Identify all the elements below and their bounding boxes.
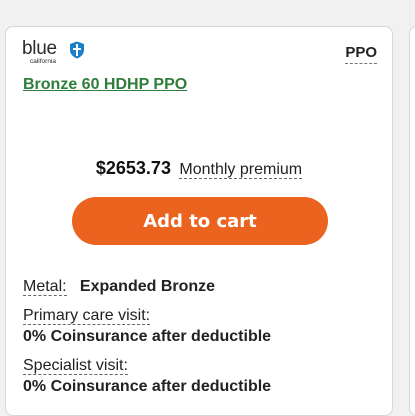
- logo-subtitle: california: [30, 58, 57, 65]
- specialist-value-row: 0% Coinsurance after deductible: [23, 377, 271, 396]
- plan-card: blue california PPO Bronze 60 HDHP PPO $…: [5, 26, 393, 416]
- metal-value: Expanded Bronze: [79, 278, 216, 295]
- premium-label[interactable]: Monthly premium: [179, 161, 303, 179]
- primary-care-label-row: Primary care visit:: [23, 306, 151, 325]
- primary-care-value-row: 0% Coinsurance after deductible: [23, 327, 271, 346]
- plan-name-link[interactable]: Bronze 60 HDHP PPO: [23, 76, 187, 94]
- specialist-value: 0% Coinsurance after deductible: [23, 378, 272, 395]
- next-plan-card-edge: [409, 26, 415, 416]
- plan-type-badge[interactable]: PPO: [345, 45, 377, 64]
- specialist-label[interactable]: Specialist visit:: [23, 357, 128, 375]
- primary-care-value: 0% Coinsurance after deductible: [23, 328, 272, 345]
- metal-row: Metal: Expanded Bronze: [23, 277, 215, 296]
- specialist-label-row: Specialist visit:: [23, 356, 128, 375]
- carrier-logo: blue california: [22, 39, 92, 67]
- add-to-cart-button[interactable]: Add to cart: [72, 197, 328, 245]
- premium-amount: $2653.73: [95, 158, 171, 178]
- logo-wordmark: blue: [22, 38, 57, 59]
- metal-label[interactable]: Metal:: [23, 278, 67, 296]
- premium-row: $2653.73 Monthly premium: [6, 157, 392, 181]
- shield-icon: [70, 41, 84, 59]
- primary-care-label[interactable]: Primary care visit:: [23, 307, 151, 325]
